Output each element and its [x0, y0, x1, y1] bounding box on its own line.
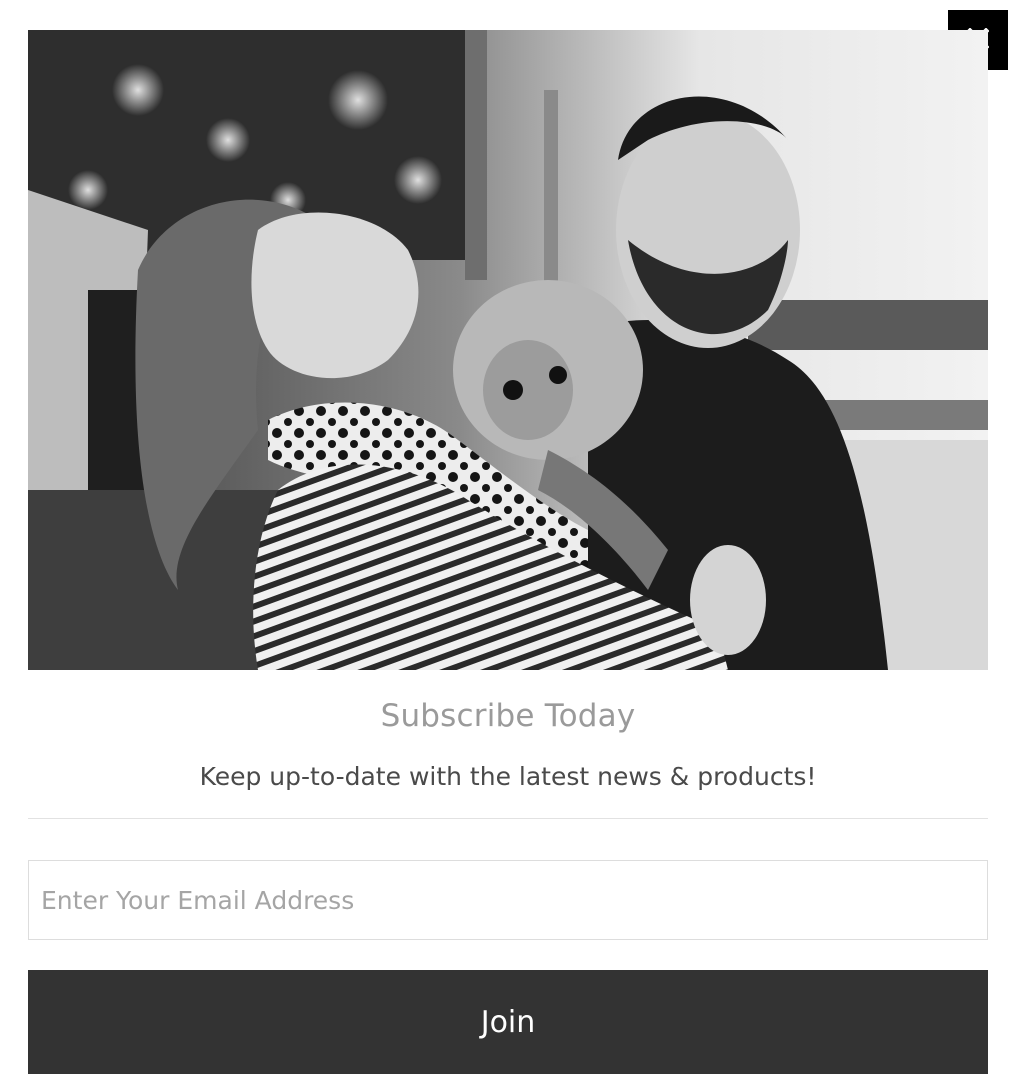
divider	[28, 818, 988, 819]
subtitle-text: Keep up-to-date with the latest news & p…	[199, 762, 817, 791]
page-title: Subscribe Today	[380, 698, 636, 734]
email-field[interactable]	[28, 860, 988, 940]
join-button[interactable]: Join	[28, 970, 988, 1074]
hero-photo	[28, 30, 988, 670]
subscribe-modal: Subscribe Today Keep up-to-date with the…	[0, 0, 1016, 1082]
